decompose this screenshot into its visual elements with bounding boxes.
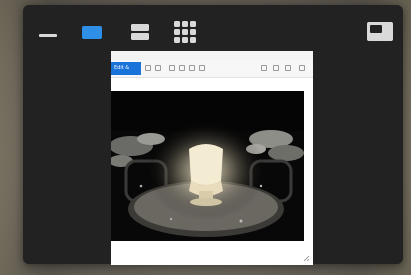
favorite-icon[interactable] bbox=[179, 65, 185, 71]
minimize-layout-button[interactable] bbox=[35, 19, 61, 45]
single-layout-button[interactable] bbox=[79, 19, 105, 45]
share-icon[interactable] bbox=[145, 65, 151, 71]
delete-icon[interactable] bbox=[169, 65, 175, 71]
crop-icon[interactable] bbox=[199, 65, 205, 71]
photo-lantern-in-snow bbox=[111, 91, 304, 241]
stacked-layout-button[interactable] bbox=[127, 19, 153, 45]
grid-icon bbox=[174, 21, 196, 43]
snap-corner-button[interactable] bbox=[365, 16, 395, 46]
dash-icon bbox=[39, 34, 57, 37]
resize-handle-icon[interactable] bbox=[303, 255, 310, 262]
single-window-icon bbox=[82, 26, 102, 39]
preview-toolbar: Edit & Create bbox=[111, 60, 313, 84]
layout-switcher-panel: Edit & Create bbox=[23, 5, 403, 265]
snap-corner-icon bbox=[367, 22, 393, 41]
window-preview-thumbnail[interactable]: Edit & Create bbox=[111, 51, 313, 265]
more-icon[interactable] bbox=[285, 65, 291, 71]
preview-title-bar bbox=[111, 51, 313, 60]
zoom-icon[interactable] bbox=[155, 65, 161, 71]
stacked-windows-icon bbox=[131, 24, 149, 40]
grid-layout-button[interactable] bbox=[172, 19, 198, 45]
print-icon[interactable] bbox=[273, 65, 279, 71]
rotate-icon[interactable] bbox=[189, 65, 195, 71]
settings-icon[interactable] bbox=[299, 65, 305, 71]
info-icon[interactable] bbox=[261, 65, 267, 71]
edit-create-button[interactable]: Edit & Create bbox=[111, 62, 141, 84]
